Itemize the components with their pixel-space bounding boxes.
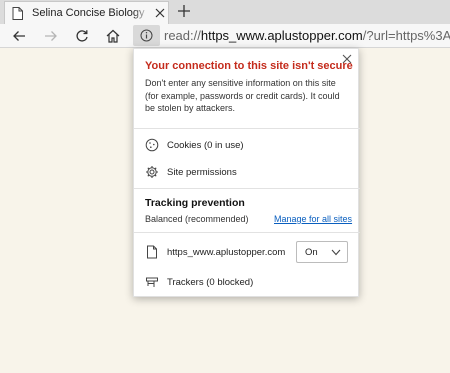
site-info-button[interactable]: [133, 25, 160, 46]
tab-strip: Selina Concise Biology Class 10 I: [0, 0, 450, 24]
tab-title-fade: [133, 4, 149, 22]
divider: [134, 188, 360, 189]
page-icon: [147, 245, 157, 259]
cookie-icon: [145, 138, 159, 152]
close-icon[interactable]: [155, 8, 165, 18]
tracking-toggle-select[interactable]: On: [296, 241, 348, 263]
gear-icon: [146, 166, 158, 178]
tab-title: Selina Concise Biology Class 10 I: [32, 7, 147, 19]
cookies-row[interactable]: Cookies (0 in use): [167, 140, 244, 151]
tracking-toggle-value: On: [305, 247, 318, 258]
divider: [134, 232, 360, 233]
manage-for-all-sites-link[interactable]: Manage for all sites: [274, 214, 352, 224]
back-arrow-icon[interactable]: [11, 28, 27, 44]
url-host: https_www.aplustopper.com: [200, 28, 363, 43]
address-bar[interactable]: read://https_www.aplustopper.com/?url=ht…: [164, 28, 450, 43]
url-rest: /?url=https%3A%2F%: [362, 28, 450, 43]
connection-warning-title: Your connection to this site isn't secur…: [145, 60, 353, 72]
site-info-popup: Your connection to this site isn't secur…: [133, 48, 360, 297]
tracker-icon: [146, 277, 158, 287]
new-tab-plus-icon[interactable]: [177, 4, 191, 18]
tracking-prevention-mode: Balanced (recommended): [145, 214, 249, 224]
trackers-row[interactable]: Trackers (0 blocked): [167, 277, 253, 288]
navigation-bar: read://https_www.aplustopper.com/?url=ht…: [0, 24, 450, 48]
info-icon: [140, 29, 153, 42]
tracking-prevention-title: Tracking prevention: [145, 197, 245, 209]
chevron-down-icon: [331, 249, 341, 256]
connection-warning-body: Don't enter any sensitive information on…: [145, 78, 340, 113]
home-icon[interactable]: [105, 28, 121, 44]
url-prefix: read://: [164, 28, 201, 43]
browser-tab[interactable]: Selina Concise Biology Class 10 I: [4, 1, 169, 24]
forward-arrow-icon[interactable]: [43, 28, 59, 44]
refresh-icon[interactable]: [74, 28, 90, 44]
divider: [134, 128, 360, 129]
site-name: https_www.aplustopper.com: [167, 247, 286, 258]
page-icon: [12, 7, 23, 20]
site-permissions-row[interactable]: Site permissions: [167, 167, 237, 178]
